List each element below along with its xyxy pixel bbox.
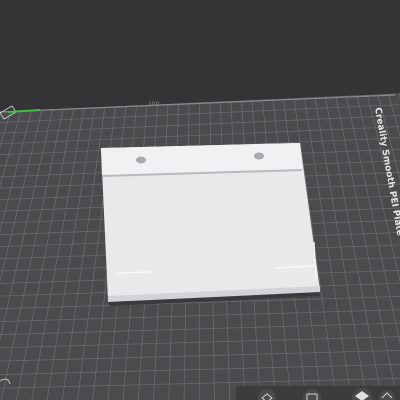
view-toolbar — [236, 386, 400, 400]
3d-viewport[interactable]: 100 Creality Smooth PEI Plate — [0, 0, 400, 400]
part-tab-left — [117, 271, 151, 274]
mounting-hole-left — [136, 156, 146, 164]
axis-marker-label: 100 — [148, 101, 160, 108]
mounting-hole-right — [254, 152, 264, 160]
printed-bracket[interactable] — [101, 143, 320, 306]
build-scene[interactable]: 100 Creality Smooth PEI Plate — [0, 0, 400, 400]
